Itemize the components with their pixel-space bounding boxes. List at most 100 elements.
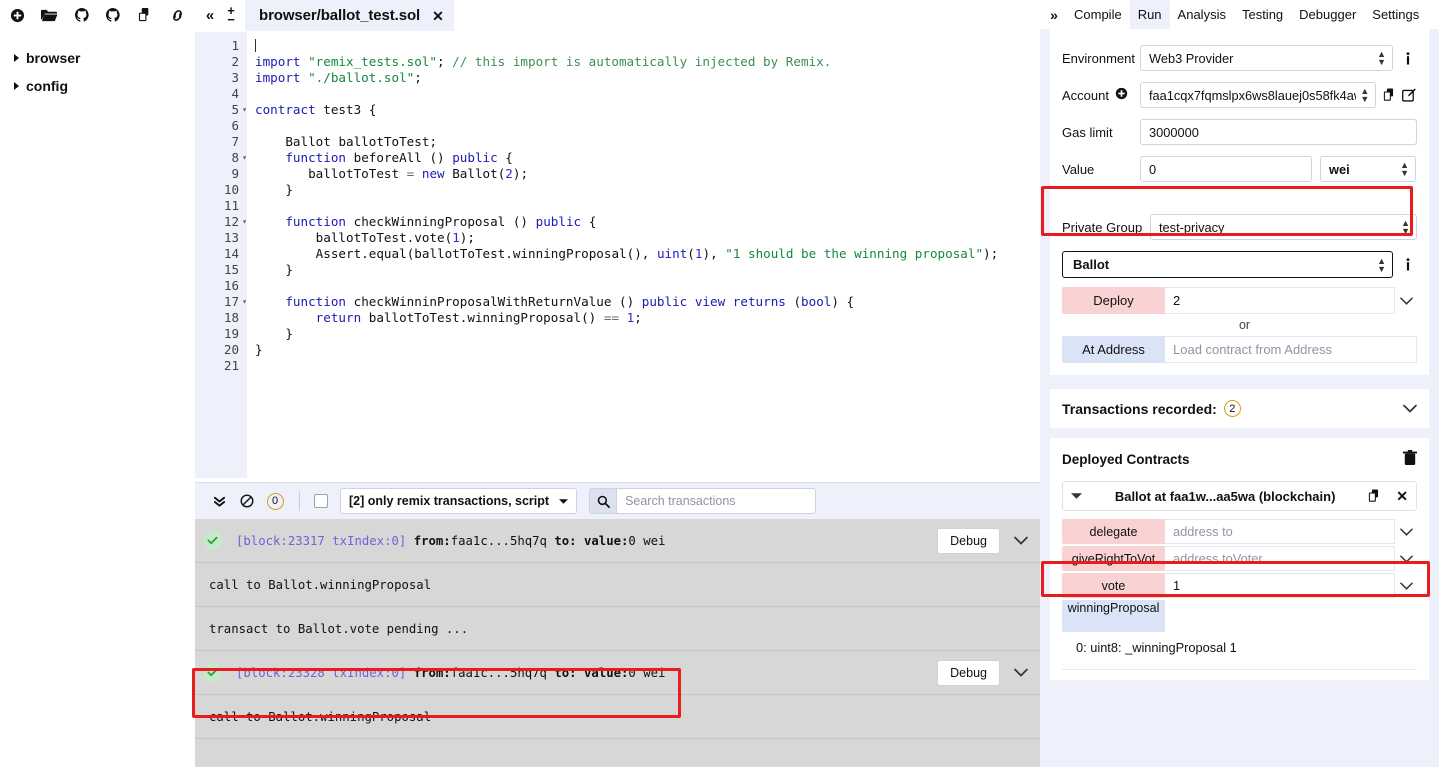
debug-button[interactable]: Debug [937, 527, 1000, 554]
fold-toggle-icon[interactable]: ▾ [242, 102, 247, 118]
private-group-select[interactable]: test-privacy ▲ ▼ [1150, 214, 1417, 240]
code-editor[interactable]: 1 2 3 4 5 ▾ 6 7 8 ▾ 9 10 11 12 ▾ 13 14 15 16 17 ▾ 18 19 20 21 im… [195, 32, 1040, 482]
file-tree-label: config [26, 78, 68, 94]
deploy-button[interactable]: Deploy [1062, 287, 1165, 314]
expand-transaction-chevron-down-icon[interactable] [1014, 533, 1028, 548]
transactions-recorded-chevron-down-icon[interactable] [1403, 401, 1417, 416]
font-size-control[interactable]: + − [221, 0, 241, 30]
function-expand-chevron-down-icon[interactable] [1395, 527, 1417, 536]
deploy-args-input[interactable]: 2 [1165, 287, 1395, 314]
function-input-giveRightToVot[interactable]: address toVoter [1165, 546, 1395, 571]
tab-testing[interactable]: Testing [1234, 0, 1291, 29]
collapse-panel-icon[interactable]: « [199, 0, 221, 30]
font-decrease-icon[interactable]: − [227, 13, 235, 26]
expand-instance-caret-icon[interactable] [1071, 492, 1082, 500]
search-icon[interactable] [589, 488, 617, 514]
fold-toggle-icon[interactable]: ▾ [242, 214, 247, 230]
code-content[interactable]: import "remix_tests.sol"; // this import… [247, 32, 1040, 478]
listen-network-checkbox[interactable] [314, 494, 328, 508]
copy-address-icon[interactable] [1368, 489, 1382, 503]
code-line: Ballot ballotToTest; [285, 134, 438, 149]
block-index: [block:23328 txIndex:0] [236, 665, 407, 680]
file-tree-item-browser[interactable]: browser [10, 44, 185, 72]
gas-limit-row: Gas limit 3000000 [1062, 117, 1417, 147]
transaction-filter-select[interactable]: [2] only remix transactions, script [340, 488, 578, 514]
line-number: 2 [195, 54, 247, 70]
terminal-message-row[interactable]: transact to Ballot.vote pending ... [195, 607, 1040, 651]
terminal-log[interactable]: remix [block:23317 txIndex:0] from:faa1c… [195, 519, 1040, 767]
gas-limit-input[interactable]: 3000000 [1140, 119, 1417, 145]
close-instance-icon[interactable]: ✕ [1396, 488, 1408, 505]
deployed-contracts-title: Deployed Contracts [1062, 452, 1190, 467]
at-address-input[interactable]: Load contract from Address [1165, 336, 1417, 363]
function-input-delegate[interactable]: address to [1165, 519, 1395, 544]
environment-info-icon[interactable] [1399, 51, 1417, 65]
open-folder-icon[interactable] [40, 5, 60, 25]
run-settings-card: Environment Web3 Provider ▲ ▼ Account fa… [1050, 29, 1429, 198]
tab-debugger[interactable]: Debugger [1291, 0, 1364, 29]
add-account-icon[interactable] [1115, 87, 1128, 103]
tab-compile[interactable]: Compile [1066, 0, 1130, 29]
chevron-right-icon [14, 54, 19, 62]
account-label-text: Account [1062, 87, 1109, 103]
terminal-transaction-row[interactable]: [block:23328 txIndex:0] from:faa1c...5hq… [195, 651, 1040, 695]
value-row: Value 0 wei ▲ ▼ [1062, 154, 1417, 184]
tab-analysis[interactable]: Analysis [1170, 0, 1234, 29]
value-label: Value [1062, 161, 1095, 177]
add-file-icon[interactable] [8, 5, 28, 25]
copy-account-icon[interactable] [1382, 88, 1398, 102]
left-sidebar: browser config [0, 0, 195, 767]
deployed-instance-header[interactable]: Ballot at faa1w...aa5wa (blockchain) ✕ [1062, 481, 1417, 511]
environment-label: Environment [1062, 50, 1135, 66]
expand-transaction-chevron-down-icon[interactable] [1014, 665, 1028, 680]
chevron-down-icon [559, 494, 569, 508]
environment-row: Environment Web3 Provider ▲ ▼ [1062, 43, 1417, 73]
function-expand-chevron-down-icon[interactable] [1395, 581, 1417, 590]
function-expand-chevron-down-icon[interactable] [1395, 554, 1417, 563]
transactions-recorded-section[interactable]: Transactions recorded: 2 [1050, 389, 1429, 428]
success-check-icon [203, 663, 222, 682]
trash-icon[interactable] [1403, 450, 1417, 469]
spinner-icon: ▲ ▼ [1400, 160, 1409, 178]
code-line: } [255, 326, 293, 341]
tab-settings[interactable]: Settings [1364, 0, 1427, 29]
terminal-panel: 0 [2] only remix transactions, script Se… [195, 482, 1040, 767]
tab-ballot-test-sol[interactable]: browser/ballot_test.sol ✕ [245, 0, 454, 31]
github-gist-icon[interactable] [103, 5, 123, 25]
fold-toggle-icon[interactable]: ▾ [242, 150, 247, 166]
environment-select[interactable]: Web3 Provider ▲ ▼ [1140, 45, 1393, 71]
connect-localhost-icon[interactable] [167, 5, 187, 25]
at-address-button[interactable]: At Address [1062, 336, 1165, 363]
function-button-delegate[interactable]: delegate [1062, 519, 1165, 544]
terminal-transaction-row[interactable]: [block:23317 txIndex:0] from:faa1c...5hq… [195, 519, 1040, 563]
github-publish-icon[interactable] [72, 5, 92, 25]
file-tree-item-config[interactable]: config [10, 72, 185, 100]
contract-select[interactable]: Ballot ▲ ▼ [1062, 251, 1393, 278]
function-button-giveRightToVot[interactable]: giveRightToVot [1062, 546, 1165, 571]
function-input-vote[interactable]: 1 [1165, 573, 1395, 598]
copy-files-icon[interactable] [135, 5, 155, 25]
fold-toggle-icon[interactable]: ▾ [242, 294, 247, 310]
tab-run[interactable]: Run [1129, 0, 1170, 29]
function-button-winningProposal[interactable]: winningProposal [1062, 600, 1165, 632]
search-input[interactable] [616, 488, 817, 514]
close-icon[interactable]: ✕ [432, 9, 444, 23]
success-check-icon [203, 531, 222, 550]
function-button-vote[interactable]: vote [1062, 573, 1165, 598]
contract-info-icon[interactable] [1399, 258, 1417, 271]
terminal-message-row[interactable]: call to Ballot.winningProposal [195, 563, 1040, 607]
code-line: import "remix_tests.sol"; // this import… [255, 54, 832, 69]
edit-account-icon[interactable] [1401, 88, 1417, 102]
collapse-terminal-icon[interactable] [205, 487, 233, 515]
expand-panel-icon[interactable]: » [1042, 7, 1066, 23]
value-input[interactable]: 0 [1140, 156, 1312, 182]
value-unit-select[interactable]: wei ▲ ▼ [1320, 156, 1416, 182]
clear-console-icon[interactable] [233, 487, 261, 515]
account-select[interactable]: faa1cqx7fqmslpx6ws8lauej0s58fk4awwun ▲▼ [1140, 82, 1377, 108]
debug-button[interactable]: Debug [937, 659, 1000, 686]
terminal-message-row[interactable]: call to Ballot.winningProposal [195, 695, 1040, 739]
deploy-expand-chevron-down-icon[interactable] [1395, 296, 1417, 305]
line-number: 4 [231, 86, 239, 101]
code-line: import "./ballot.sol"; [255, 70, 422, 85]
